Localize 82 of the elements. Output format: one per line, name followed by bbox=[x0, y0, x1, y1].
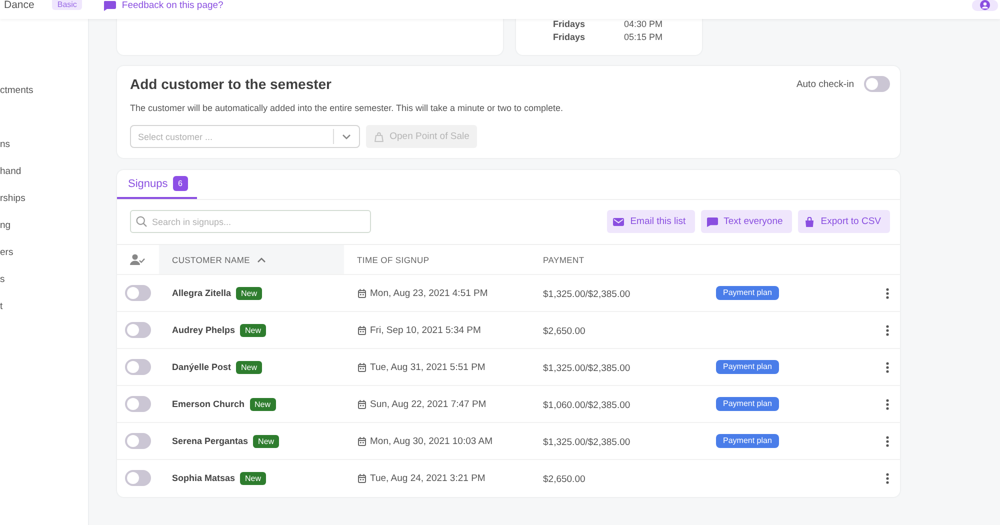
envelope-icon bbox=[613, 216, 624, 226]
check-in-toggle[interactable] bbox=[125, 359, 151, 375]
customer-name: Sophia Matsas bbox=[172, 473, 236, 483]
sidebar-item[interactable]: t bbox=[0, 293, 88, 320]
search-icon bbox=[136, 216, 147, 227]
avatar-icon[interactable] bbox=[972, 0, 998, 11]
section-description: The customer will be automatically added into the entire semester. This will take a minute or two to complete. bbox=[130, 102, 564, 115]
customer-name: Allegra Zitella bbox=[172, 288, 232, 298]
organization-name: Dance bbox=[4, 0, 34, 11]
customer-name: Emerson Church bbox=[172, 399, 245, 409]
kebab-menu-icon[interactable] bbox=[886, 288, 889, 298]
calendar-icon bbox=[358, 436, 366, 446]
payment-plan-badge: Payment plan bbox=[716, 360, 779, 374]
action-button[interactable]: Text everyone bbox=[700, 210, 792, 233]
signups-tab[interactable]: Signups 6 bbox=[117, 170, 197, 199]
bag-icon bbox=[804, 216, 815, 226]
signup-time: Tue, Aug 31, 2021 5:51 PM bbox=[370, 362, 486, 372]
payment-amount: $1,060.00/$2,385.00 bbox=[543, 400, 630, 411]
calendar-icon bbox=[358, 400, 366, 408]
kebab-menu-icon[interactable] bbox=[886, 436, 889, 446]
kebab-menu-icon[interactable] bbox=[886, 324, 889, 336]
count-badge: 6 bbox=[172, 176, 188, 191]
check-in-toggle[interactable] bbox=[125, 433, 151, 449]
customer-name: Serena Pergantas bbox=[172, 436, 248, 446]
kebab-menu-icon[interactable] bbox=[886, 472, 889, 484]
payment-plan-badge: Payment plan bbox=[716, 397, 779, 411]
payment-amount: $2,650.00 bbox=[543, 474, 586, 485]
sidebar-item[interactable]: ns bbox=[0, 131, 88, 158]
schedule-day: Fridays bbox=[553, 31, 624, 44]
chat-icon bbox=[706, 216, 718, 226]
kebab-menu-icon[interactable] bbox=[886, 362, 889, 372]
payment-amount: $2,650.00 bbox=[543, 326, 586, 337]
sidebar-item[interactable]: ers bbox=[0, 239, 88, 266]
auto-checkin-label: Auto check-in bbox=[796, 78, 854, 90]
check-in-toggle[interactable] bbox=[125, 396, 151, 412]
schedule-day: Fridays bbox=[553, 18, 624, 31]
kebab-menu-icon[interactable] bbox=[886, 398, 889, 410]
payment-plan-badge: Payment plan bbox=[716, 286, 779, 300]
bag-icon bbox=[374, 132, 384, 142]
calendar-icon bbox=[358, 362, 366, 372]
chat-icon bbox=[102, 0, 116, 10]
check-in-toggle[interactable] bbox=[125, 285, 151, 301]
calendar-icon bbox=[358, 288, 366, 298]
customer-name: Danýelle Post bbox=[172, 362, 232, 372]
auto-checkin-toggle[interactable] bbox=[864, 76, 890, 92]
new-badge: New bbox=[240, 324, 266, 336]
new-badge: New bbox=[253, 434, 280, 448]
plan-badge: Basic bbox=[52, 0, 82, 10]
schedule-time: 04:30 PM bbox=[624, 18, 663, 31]
feedback-link[interactable]: Feedback on this page? bbox=[102, 0, 224, 11]
signup-time: Mon, Aug 30, 2021 10:03 AM bbox=[370, 436, 493, 446]
new-badge: New bbox=[236, 360, 262, 374]
column-header[interactable]: TIME OF SIGNUP bbox=[344, 245, 530, 274]
sidebar-item[interactable]: s bbox=[0, 266, 88, 293]
customer-name: Audrey Phelps bbox=[172, 325, 236, 335]
column-header[interactable]: PAYMENT bbox=[530, 245, 703, 274]
payment-amount: $1,325.00/$2,385.00 bbox=[543, 363, 630, 374]
new-badge: New bbox=[250, 398, 276, 410]
payment-amount: $1,325.00/$2,385.00 bbox=[543, 437, 630, 448]
payment-plan-badge: Payment plan bbox=[716, 434, 779, 448]
sidebar-item[interactable]: hand bbox=[0, 158, 88, 185]
sidebar-item[interactable]: ctments bbox=[0, 77, 88, 104]
signup-time: Mon, Aug 23, 2021 4:51 PM bbox=[370, 288, 488, 298]
action-button[interactable]: Email this list bbox=[607, 210, 695, 233]
sidebar-item[interactable]: ng bbox=[0, 212, 88, 239]
check-in-toggle[interactable] bbox=[125, 470, 151, 486]
column-header[interactable]: CUSTOMER NAME bbox=[159, 245, 344, 274]
calendar-icon bbox=[358, 326, 366, 334]
signup-time: Tue, Aug 24, 2021 3:21 PM bbox=[370, 472, 486, 484]
signup-time: Fri, Sep 10, 2021 5:34 PM bbox=[370, 324, 481, 336]
person-check-icon bbox=[130, 254, 145, 265]
new-badge: New bbox=[240, 472, 266, 484]
action-button[interactable]: Export to CSV bbox=[798, 210, 890, 233]
check-in-toggle[interactable] bbox=[125, 322, 151, 338]
payment-amount: $1,325.00/$2,385.00 bbox=[543, 289, 630, 300]
new-badge: New bbox=[236, 286, 262, 300]
schedule-time: 05:15 PM bbox=[624, 31, 663, 44]
section-title: Add customer to the semester bbox=[130, 76, 332, 92]
sidebar-item[interactable]: rships bbox=[0, 185, 88, 212]
calendar-icon bbox=[358, 474, 366, 482]
chevron-down-icon bbox=[342, 134, 351, 140]
signup-time: Sun, Aug 22, 2021 7:47 PM bbox=[370, 398, 486, 410]
